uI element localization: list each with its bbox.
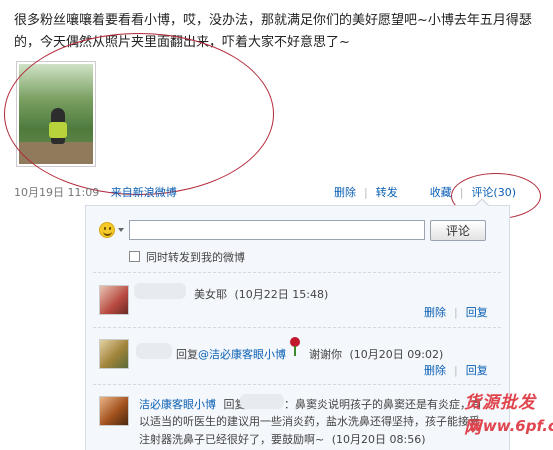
avatar[interactable] [99,339,129,369]
comment-3-line-1: 洁必康客眼小博 回复 [139,396,246,412]
comment-input[interactable] [129,220,425,240]
mention-link[interactable]: @洁必康客眼小博 [198,348,286,361]
delete-post-link[interactable]: 删除 [334,186,356,199]
forward-link[interactable]: 转发 [376,186,398,199]
redacted-username [136,343,172,359]
also-forward-label: 同时转发到我的微博 [146,251,245,264]
post-time: 10月19日 11:09 [14,186,100,199]
divider [93,272,501,273]
emoticon-icon[interactable] [99,222,115,238]
chevron-down-icon[interactable] [118,228,124,232]
comment-3-line-3: 注射器洗鼻子已经很好了，要鼓励啊~ (10月20日 08:56) [139,433,426,446]
comment-time: (10月20日 08:56) [331,433,426,446]
comment-text: 谢谢你 [309,348,342,361]
avatar[interactable] [99,396,129,426]
also-forward-checkbox[interactable] [129,251,140,262]
avatar[interactable] [99,285,129,315]
post-text-line-1: 很多粉丝嚷嚷着要看看小博，哎，没办法，那就满足你们的美好愿望吧~小博去年五月得瑟 [14,13,532,28]
comment-1: 美女耶 (10月22日 15:48) [194,286,328,302]
annotation-circle-post [4,33,274,195]
divider [93,384,501,385]
redacted-username [134,283,186,299]
comment-2-actions: 删除 | 回复 [424,364,488,377]
comment-3-line-2: 以适当的听医生的建议用一些消炎药，盐水洗鼻还得坚持，孩子能接受 [139,415,480,428]
comment-author-link[interactable]: 洁必康客眼小博 [139,398,216,411]
delete-comment-link[interactable]: 删除 [424,364,446,377]
comment-text: 美女耶 [194,288,227,301]
delete-comment-link[interactable]: 删除 [424,306,446,319]
comment-1-actions: 删除 | 回复 [424,306,488,319]
comment-3-line-1-text: ：鼻窦炎说明孩子的鼻窦还是有炎症，有 [284,398,482,411]
comment-time: (10月22日 15:48) [234,288,329,301]
watermark-url: www.6pf.cn [469,417,553,435]
post-source-link[interactable]: 来自新浪微博 [111,186,177,199]
comment-2-body: 谢谢你 (10月20日 09:02) [309,346,443,362]
comment-submit-button[interactable]: 评论 [430,220,486,241]
comment-time: (10月20日 09:02) [349,348,444,361]
reply-link[interactable]: 回复 [466,364,488,377]
divider [93,327,501,328]
post-meta: 10月19日 11:09 来自新浪微博 [14,184,177,200]
reply-prefix: 回复 [176,348,198,361]
comment-2: 回复@洁必康客眼小博 [176,346,286,362]
redacted-username [240,394,284,409]
favorite-link[interactable]: 收藏 [430,186,452,199]
reply-link[interactable]: 回复 [466,306,488,319]
